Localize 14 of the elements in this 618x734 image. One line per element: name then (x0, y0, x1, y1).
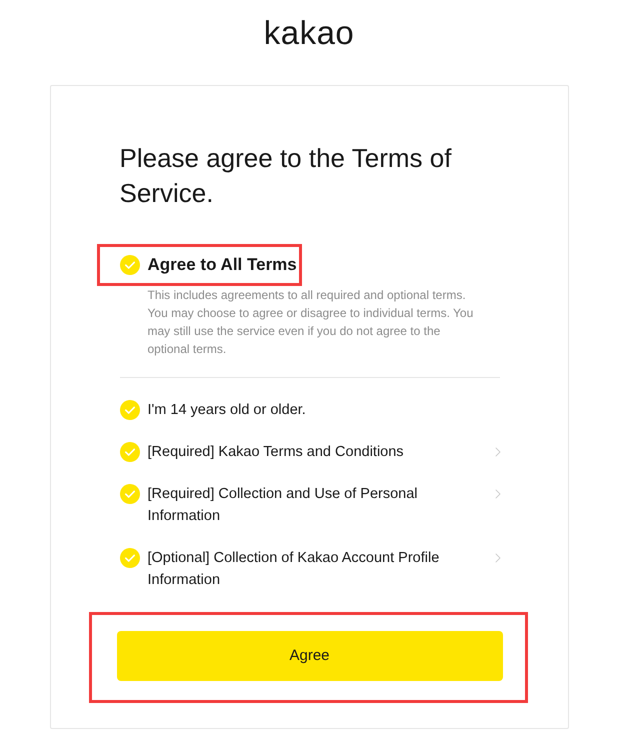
check-circle-icon[interactable] (120, 484, 140, 504)
logo: kakao (264, 13, 354, 53)
term-label[interactable]: [Required] Kakao Terms and Conditions (148, 441, 490, 463)
page-title: Please agree to the Terms of Service. (120, 142, 452, 210)
check-circle-icon[interactable] (120, 548, 140, 568)
term-label[interactable]: [Optional] Collection of Kakao Account Profile Information (148, 547, 490, 591)
check-circle-icon[interactable] (120, 442, 140, 462)
agree-all-description: This includes agreements to all required and optional terms. You may choose to agree or disagree to individual terms. You may still use the service even if you do not agree to the optional terms. (148, 287, 474, 358)
agree-button[interactable]: Agree (116, 631, 502, 681)
term-label[interactable]: I'm 14 years old or older. (148, 399, 500, 421)
check-circle-icon[interactable] (120, 255, 140, 275)
term-label[interactable]: [Required] Collection and Use of Personal Information (148, 483, 490, 527)
agree-all-label[interactable]: Agree to All Terms (148, 253, 297, 277)
check-circle-icon[interactable] (120, 400, 140, 420)
